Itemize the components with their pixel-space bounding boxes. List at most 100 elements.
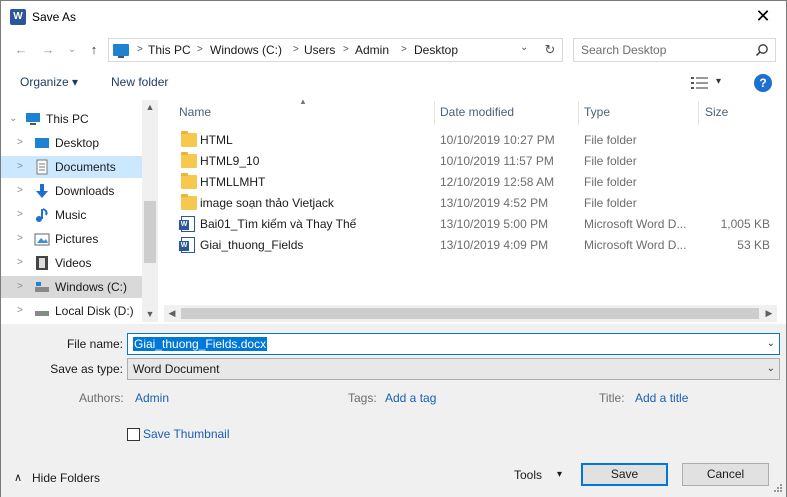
nav-item-label: Pictures (55, 232, 99, 246)
hide-folders-button[interactable]: Hide Folders (32, 471, 100, 485)
tags-field[interactable]: Add a tag (385, 391, 436, 405)
file-name: Giai_thuong_Fields (200, 238, 304, 252)
file-name-input[interactable]: Giai_thuong_Fields.docx (133, 337, 268, 351)
authors-label: Authors: (79, 391, 124, 405)
chevron-down-icon[interactable]: ⌄ (767, 338, 775, 349)
nav-item-documents[interactable]: > Documents (1, 156, 142, 178)
scroll-up-arrow[interactable]: ▲ (142, 102, 158, 112)
file-row[interactable]: HTML9_10 10/10/2019 11:57 PM File folder (176, 151, 776, 172)
nav-item-this-pc[interactable]: ⌄ This PC (1, 108, 142, 130)
column-header-name[interactable]: Name (179, 105, 211, 119)
resize-grip-icon[interactable] (773, 483, 783, 493)
nav-item-local-disk-d[interactable]: > Local Disk (D:) (1, 300, 142, 322)
chevron-right-icon[interactable]: > (17, 209, 23, 220)
search-input[interactable]: Search Desktop (581, 43, 666, 57)
chevron-right-icon[interactable]: > (17, 137, 23, 148)
horizontal-scroll-thumb[interactable] (181, 308, 759, 319)
column-divider[interactable] (578, 101, 579, 125)
breadcrumb-this-pc[interactable]: This PC (148, 43, 191, 57)
folder-icon (181, 131, 197, 147)
address-dropdown-button[interactable]: ⌄ (520, 42, 528, 53)
help-icon[interactable]: ? (754, 74, 772, 92)
breadcrumb-separator[interactable]: > (137, 44, 143, 55)
view-dropdown-button[interactable]: ▾ (716, 76, 721, 87)
file-name: Bai01_Tìm kiếm và Thay Thế (200, 217, 357, 231)
tools-dropdown-icon[interactable]: ▾ (557, 469, 562, 480)
breadcrumb-users[interactable]: Users (304, 43, 335, 57)
nav-item-pictures[interactable]: > Pictures (1, 228, 142, 250)
search-icon[interactable] (755, 43, 769, 57)
cancel-button[interactable]: Cancel (682, 463, 769, 486)
nav-pane-scroll-thumb[interactable] (144, 201, 156, 263)
file-row[interactable]: Bai01_Tìm kiếm và Thay Thế 13/10/2019 5:… (176, 214, 776, 235)
file-name-combobox[interactable]: Giai_thuong_Fields.docx ⌄ (127, 333, 780, 355)
column-divider[interactable] (434, 101, 435, 125)
file-row[interactable]: HTML 10/10/2019 10:27 PM File folder (176, 130, 776, 151)
word-document-icon (179, 237, 195, 253)
address-bar[interactable]: > This PC > Windows (C:) > Users > Admin… (108, 38, 563, 62)
save-thumbnail-label[interactable]: Save Thumbnail (143, 427, 230, 441)
nav-item-music[interactable]: > Music (1, 204, 142, 226)
nav-item-label: Documents (55, 160, 116, 174)
breadcrumb-separator[interactable]: > (401, 44, 407, 55)
computer-icon (26, 113, 40, 125)
window-title: Save As (32, 10, 77, 24)
file-date: 13/10/2019 4:52 PM (440, 196, 549, 210)
chevron-right-icon[interactable]: > (17, 161, 23, 172)
nav-item-windows-c[interactable]: > Windows (C:) (1, 276, 142, 298)
breadcrumb-separator[interactable]: > (197, 44, 203, 55)
chevron-right-icon[interactable]: > (17, 233, 23, 244)
breadcrumb-admin[interactable]: Admin (355, 43, 389, 57)
column-header-type[interactable]: Type (584, 105, 610, 119)
scroll-down-arrow[interactable]: ▼ (142, 309, 158, 319)
file-row[interactable]: Giai_thuong_Fields 13/10/2019 4:09 PM Mi… (176, 235, 776, 256)
file-row[interactable]: HTMLLMHT 12/10/2019 12:58 AM File folder (176, 172, 776, 193)
chevron-right-icon[interactable]: > (17, 281, 23, 292)
column-divider[interactable] (698, 101, 699, 125)
breadcrumb-separator[interactable]: > (343, 44, 349, 55)
music-icon (36, 208, 48, 222)
title-label: Title: (599, 391, 625, 405)
search-box[interactable]: Search Desktop (573, 38, 776, 62)
scroll-right-arrow[interactable]: ▶ (761, 308, 777, 319)
chevron-down-icon[interactable]: ⌄ (9, 113, 17, 124)
chevron-right-icon[interactable]: > (17, 185, 23, 196)
view-details-icon[interactable] (691, 76, 709, 90)
folder-icon (181, 194, 197, 210)
nav-item-downloads[interactable]: > Downloads (1, 180, 142, 202)
nav-item-videos[interactable]: > Videos (1, 252, 142, 274)
downloads-icon (36, 184, 48, 198)
word-document-icon (179, 216, 195, 232)
nav-item-desktop[interactable]: > Desktop (1, 132, 142, 154)
nav-item-label: Desktop (55, 136, 100, 150)
column-header-size[interactable]: Size (705, 105, 728, 119)
organize-menu[interactable]: Organize ▾ (20, 75, 78, 89)
forward-button[interactable]: → (39, 41, 57, 59)
chevron-down-icon[interactable]: ⌄ (767, 363, 775, 374)
save-as-type-select[interactable]: Word Document ⌄ (127, 358, 780, 380)
chevron-right-icon[interactable]: > (17, 305, 23, 316)
breadcrumb-windows-c[interactable]: Windows (C:) (210, 43, 282, 57)
chevron-up-icon[interactable]: ∧ (14, 471, 22, 484)
chevron-right-icon[interactable]: > (17, 257, 23, 268)
save-button[interactable]: Save (581, 463, 668, 486)
tools-menu[interactable]: Tools (514, 468, 542, 482)
scroll-left-arrow[interactable]: ◀ (164, 308, 180, 319)
column-header-date-modified[interactable]: Date modified (440, 105, 514, 119)
file-date: 12/10/2019 12:58 AM (440, 175, 555, 189)
refresh-button[interactable]: ↻ (541, 41, 559, 59)
authors-field[interactable]: Admin (135, 391, 169, 405)
breadcrumb-desktop[interactable]: Desktop (414, 43, 458, 57)
file-date: 10/10/2019 10:27 PM (440, 133, 555, 147)
title-field[interactable]: Add a title (635, 391, 688, 405)
file-size: 53 KB (737, 238, 770, 252)
breadcrumb-separator[interactable]: > (293, 44, 299, 55)
back-button[interactable]: ← (12, 41, 30, 59)
file-row[interactable]: image soạn thảo Vietjack 13/10/2019 4:52… (176, 193, 776, 214)
file-type: File folder (584, 154, 637, 168)
recent-locations-button[interactable]: ⌄ (63, 41, 81, 59)
save-thumbnail-checkbox[interactable] (127, 428, 140, 441)
up-button[interactable]: ↑ (85, 41, 103, 59)
new-folder-button[interactable]: New folder (111, 75, 168, 89)
close-button[interactable]: ✕ (740, 1, 786, 33)
